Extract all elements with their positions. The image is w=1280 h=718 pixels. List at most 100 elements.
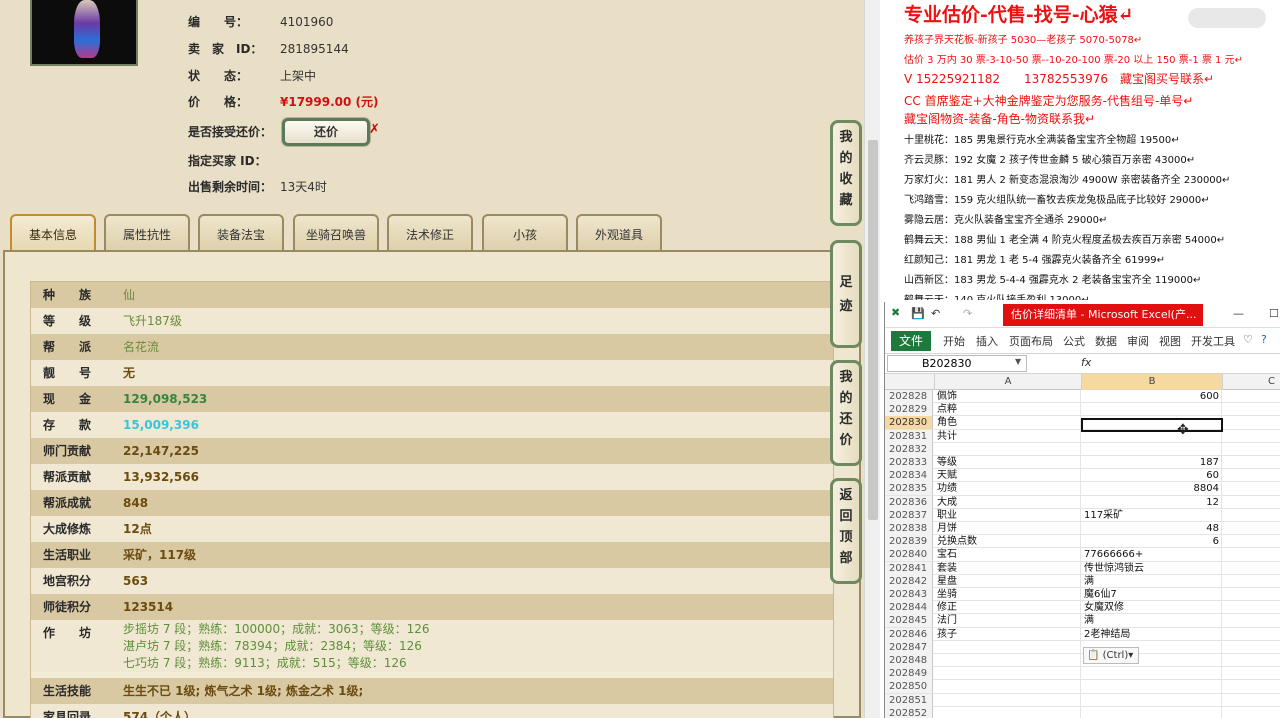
cell-a[interactable]: 兑换点数	[935, 535, 1081, 549]
cell-a[interactable]: 坐骑	[935, 588, 1081, 601]
cell-b[interactable]	[1082, 680, 1222, 694]
tab-home[interactable]: 开始	[943, 333, 965, 349]
tab-basic-info[interactable]: 基本信息	[10, 214, 96, 250]
cell-b[interactable]	[1082, 693, 1222, 707]
cell-b[interactable]: 77666666+	[1082, 548, 1222, 562]
cell-b[interactable]	[1082, 706, 1222, 718]
save-icon[interactable]: 💾	[911, 307, 925, 320]
cell-a[interactable]: 共计	[935, 429, 1081, 443]
cell-b[interactable]: 12	[1082, 495, 1222, 509]
cell-a[interactable]: 法门	[935, 614, 1081, 628]
cell-a[interactable]	[935, 706, 1081, 718]
row-number[interactable]: 202837	[885, 508, 933, 522]
counter-offer-button[interactable]: 还价	[282, 118, 370, 146]
row-number[interactable]: 202836	[885, 495, 933, 509]
ribbon-collapse-icon[interactable]: ♡	[1243, 333, 1253, 346]
row-number[interactable]: 202850	[885, 680, 933, 694]
tab-developer[interactable]: 开发工具	[1191, 333, 1235, 349]
row-number[interactable]: 202834	[885, 469, 933, 483]
tab-data[interactable]: 数据	[1095, 333, 1117, 349]
cell-a[interactable]	[935, 442, 1081, 456]
cell-a[interactable]: 功绩	[935, 482, 1081, 496]
cell-b[interactable]: 女魔双修	[1082, 601, 1222, 615]
scrollbar-thumb[interactable]	[868, 140, 878, 520]
row-number[interactable]: 202830	[885, 416, 933, 430]
selected-cell[interactable]	[1081, 418, 1223, 432]
redo-icon[interactable]: ↷	[963, 307, 972, 320]
tab-mounts-pets[interactable]: 坐骑召唤兽	[293, 214, 379, 250]
cell-a[interactable]: 点粹	[935, 403, 1081, 417]
cell-a[interactable]: 星盘	[935, 574, 1081, 588]
row-number[interactable]: 202852	[885, 706, 933, 718]
cell-a[interactable]	[935, 693, 1081, 707]
row-number[interactable]: 202848	[885, 654, 933, 667]
row-number[interactable]: 202843	[885, 588, 933, 601]
row-number[interactable]: 202849	[885, 667, 933, 681]
tab-equipment[interactable]: 装备法宝	[198, 214, 284, 250]
cell-a[interactable]: 修正	[935, 601, 1081, 615]
cell-b[interactable]	[1082, 403, 1222, 417]
cell-b[interactable]: 满	[1082, 614, 1222, 628]
row-number[interactable]: 202851	[885, 693, 933, 707]
tab-spell-mods[interactable]: 法术修正	[387, 214, 473, 250]
cell-b[interactable]	[1082, 667, 1222, 681]
cell-a[interactable]	[935, 640, 1081, 654]
cell-a[interactable]: 角色	[935, 416, 1081, 430]
undo-icon[interactable]: ↶	[931, 307, 940, 320]
cell-a[interactable]	[935, 654, 1081, 667]
cell-b[interactable]: 60	[1082, 469, 1222, 483]
cell-b[interactable]: 8804	[1082, 482, 1222, 496]
name-box[interactable]: B202830	[887, 355, 1027, 372]
chevron-down-icon[interactable]: ▼	[1015, 357, 1021, 366]
row-number[interactable]: 202842	[885, 574, 933, 588]
tab-insert[interactable]: 插入	[976, 333, 998, 349]
maximize-icon[interactable]: ☐	[1269, 307, 1279, 320]
cell-a[interactable]: 套装	[935, 561, 1081, 575]
cell-b[interactable]: 48	[1082, 522, 1222, 535]
cell-a[interactable]	[935, 680, 1081, 694]
row-number[interactable]: 202847	[885, 640, 933, 654]
cell-b[interactable]: 传世惊鸿锁云	[1082, 561, 1222, 575]
cell-b[interactable]: 187	[1082, 456, 1222, 469]
cell-b[interactable]: 2老神结局	[1082, 627, 1222, 641]
cell-a[interactable]: 佩饰	[935, 390, 1081, 403]
back-to-top-button[interactable]: 返回顶部	[830, 478, 862, 584]
tab-page-layout[interactable]: 页面布局	[1009, 333, 1053, 349]
cell-a[interactable]	[935, 667, 1081, 681]
cell-b[interactable]: 6	[1082, 535, 1222, 549]
cell-b[interactable]: 魔6仙7	[1082, 588, 1222, 601]
cell-b[interactable]: 117采矿	[1082, 508, 1222, 522]
cell-b[interactable]	[1082, 442, 1222, 456]
row-number[interactable]: 202831	[885, 429, 933, 443]
sheet-grid[interactable]: 202828 佩饰 600 202829 点粹 202830 角色 202831 共计 20283…	[885, 390, 1280, 718]
paste-options-button[interactable]: 📋 (Ctrl)▾	[1083, 647, 1139, 664]
column-header-a[interactable]: A	[935, 374, 1082, 390]
row-number[interactable]: 202835	[885, 482, 933, 496]
cell-b[interactable]: 满	[1082, 574, 1222, 588]
tab-file[interactable]: 文件	[891, 331, 931, 351]
select-all-corner[interactable]	[885, 374, 935, 390]
cell-a[interactable]: 等级	[935, 456, 1081, 469]
cell-b[interactable]: 600	[1082, 390, 1222, 403]
row-number[interactable]: 202846	[885, 627, 933, 641]
row-number[interactable]: 202841	[885, 561, 933, 575]
row-number[interactable]: 202828	[885, 390, 933, 403]
column-header-b[interactable]: B	[1082, 374, 1223, 390]
cell-a[interactable]: 宝石	[935, 548, 1081, 562]
row-number[interactable]: 202838	[885, 522, 933, 535]
fx-icon[interactable]: fx	[1081, 356, 1091, 369]
browser-scrollbar[interactable]	[864, 0, 880, 718]
cell-a[interactable]: 孩子	[935, 627, 1081, 641]
my-favorites-button[interactable]: 我的收藏	[830, 120, 862, 226]
row-number[interactable]: 202845	[885, 614, 933, 628]
row-number[interactable]: 202829	[885, 403, 933, 417]
row-number[interactable]: 202840	[885, 548, 933, 562]
my-offers-button[interactable]: 我的还价	[830, 360, 862, 466]
minimize-icon[interactable]: —	[1233, 307, 1244, 320]
row-number[interactable]: 202832	[885, 442, 933, 456]
cell-a[interactable]: 大成	[935, 495, 1081, 509]
tab-formulas[interactable]: 公式	[1063, 333, 1085, 349]
cell-a[interactable]: 职业	[935, 508, 1081, 522]
row-number[interactable]: 202839	[885, 535, 933, 549]
row-number[interactable]: 202844	[885, 601, 933, 615]
